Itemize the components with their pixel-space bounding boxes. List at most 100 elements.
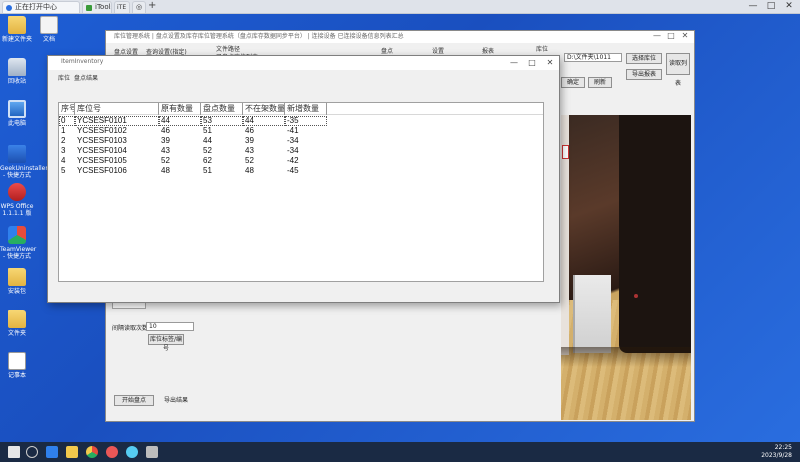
minimize-button[interactable]: — — [505, 56, 523, 70]
path-input[interactable]: D:\文件夹\1011 — [564, 53, 622, 62]
table-header: 序号 库位号 原有数量 盘点数量 不在架数量 新增数量 — [59, 103, 543, 115]
browser-tab-strip: 正在打开中心 iTools iTE ◎ + — □ ✕ — [0, 0, 800, 14]
browser-tab-ite[interactable]: iTE — [114, 1, 130, 13]
browser-tab-circle[interactable]: ◎ — [132, 1, 146, 13]
tab-label: ◎ — [136, 3, 143, 11]
table-cell-loc: YCSESF0102 — [77, 126, 127, 135]
recycle-bin-icon — [8, 58, 26, 76]
table-cell-count: 51 — [203, 166, 212, 175]
red-dot — [634, 294, 638, 298]
column-header-added[interactable]: 新增数量 — [285, 103, 327, 115]
desktop-icon-uninstaller[interactable]: GeekUninstaller - 快捷方式 — [0, 145, 48, 179]
table-cell-loc: YCSESF0106 — [77, 166, 127, 175]
table-cell-count: 62 — [203, 156, 212, 165]
desktop-icon-folder[interactable]: 文件夹 — [0, 310, 34, 337]
column-header-count[interactable]: 盘点数量 — [201, 103, 243, 115]
table-cell-added: -45 — [287, 166, 299, 175]
column-header-index[interactable]: 序号 — [59, 103, 75, 115]
desktop-icon-label: 文档 — [42, 36, 55, 43]
close-button[interactable]: ✕ — [780, 0, 798, 14]
export-report-button[interactable]: 导出报表 — [626, 69, 662, 80]
maximize-button[interactable]: □ — [762, 0, 780, 14]
clock-time: 22:25 — [774, 444, 792, 451]
range-label-button[interactable]: 库位标签/编号 — [148, 334, 184, 352]
camera-preview-image — [561, 115, 691, 420]
confirm-button[interactable]: 确定 — [561, 77, 585, 88]
table-row[interactable]: 1 YCSESF0102 46 51 46 -41 — [59, 126, 543, 136]
table-cell-added: -41 — [287, 126, 299, 135]
app-window-icon[interactable] — [146, 446, 158, 458]
inventory-table[interactable]: 序号 库位号 原有数量 盘点数量 不在架数量 新增数量 0YCSESF01014… — [58, 102, 544, 282]
file-explorer-icon[interactable] — [66, 446, 78, 458]
desktop-icon-notepad[interactable]: 记事本 — [0, 352, 34, 379]
desktop-icon-doc[interactable]: 文档 — [32, 16, 66, 43]
desktop-icon-label: 记事本 — [7, 372, 26, 379]
tab-favicon-icon — [86, 5, 92, 11]
start-inventory-button[interactable]: 开始盘点 — [114, 395, 154, 406]
refresh-button[interactable]: 刷新 — [588, 77, 612, 88]
desktop-icon-teamviewer[interactable]: TeamViewer - 快捷方式 — [0, 226, 36, 260]
box-object — [573, 275, 611, 353]
table-row[interactable]: 3 YCSESF0104 43 52 43 -34 — [59, 146, 543, 156]
desktop-icon-label: 文件夹 — [7, 330, 26, 337]
menu-item[interactable]: 盘点 — [381, 46, 393, 55]
table-row[interactable]: 4 YCSESF0105 52 62 52 -42 — [59, 156, 543, 166]
table-row[interactable]: 2 YCSESF0103 39 44 39 -34 — [59, 136, 543, 146]
minimize-button[interactable]: — — [744, 0, 762, 14]
new-tab-button[interactable]: + — [148, 0, 156, 11]
document-icon — [40, 16, 58, 34]
desktop-icon-label: 此电脑 — [7, 120, 26, 127]
close-button[interactable]: ✕ — [678, 31, 692, 40]
search-icon[interactable] — [26, 446, 38, 458]
desktop-icon-recycle-bin[interactable]: 回收站 — [0, 58, 34, 85]
table-cell-loc: YCSESF0101 — [75, 116, 159, 126]
desktop-icon-install-folder[interactable]: 安装包 — [0, 268, 34, 295]
system-tray-clock[interactable]: 22:25 2023/9/28 — [761, 444, 792, 460]
app-blue-icon[interactable] — [126, 446, 138, 458]
browser-tab-active[interactable]: 正在打开中心 — [2, 1, 80, 13]
window-controls: — □ ✕ — [650, 31, 692, 40]
table-cell-loc: YCSESF0103 — [77, 136, 127, 145]
close-button[interactable]: ✕ — [541, 56, 559, 70]
app-shortcut-icon — [8, 145, 26, 163]
table-cell-count: 44 — [203, 136, 212, 145]
start-icon[interactable] — [8, 446, 20, 458]
maximize-button[interactable]: □ — [664, 31, 678, 40]
table-cell-idx: 1 — [61, 126, 66, 135]
desktop-icon-new-folder[interactable]: 新建文件夹 — [0, 16, 34, 43]
table-cell-absent: 43 — [245, 146, 254, 155]
menu-item[interactable]: 报表 — [482, 46, 494, 55]
menu-item[interactable]: 库位 — [536, 44, 548, 53]
desktop-icon-this-pc[interactable]: 此电脑 — [0, 100, 34, 127]
table-row[interactable]: 5 YCSESF0106 48 51 48 -45 — [59, 166, 543, 176]
desktop-icon-wps[interactable]: WPS Office 1.1.1.1 版 — [0, 183, 34, 217]
table-row[interactable]: 0 YCSESF0101 44 53 44 -35 — [59, 116, 543, 126]
interval-input[interactable]: 10 — [146, 322, 194, 331]
column-header-original[interactable]: 原有数量 — [159, 103, 201, 115]
tab-label: 正在打开中心 — [15, 3, 57, 11]
edge-icon[interactable] — [46, 446, 58, 458]
read-list-button[interactable]: 读取列表 — [666, 53, 690, 87]
export-result-button[interactable]: 导出结果 — [160, 395, 192, 406]
app-red-icon[interactable] — [106, 446, 118, 458]
table-cell-count: 52 — [203, 146, 212, 155]
select-location-button[interactable]: 选择库位 — [626, 53, 662, 64]
dialog-menu-bar: 库位 盘点结果 — [48, 71, 559, 83]
menu-item[interactable]: 设置 — [432, 46, 444, 55]
chrome-icon[interactable] — [86, 446, 98, 458]
browser-tab-itools[interactable]: iTools — [82, 1, 112, 13]
table-cell-absent: 46 — [245, 126, 254, 135]
dialog-title-bar: ItemInventory — □ ✕ — [48, 56, 559, 70]
menu-item[interactable]: 盘点结果 — [74, 73, 98, 82]
table-cell-orig: 39 — [161, 136, 170, 145]
menu-item[interactable]: 库位 — [58, 73, 70, 82]
dark-object — [619, 115, 691, 353]
floor-shadow — [561, 347, 691, 367]
table-cell-orig: 43 — [161, 146, 170, 155]
clock-date: 2023/9/28 — [761, 452, 792, 459]
table-cell-added: -42 — [287, 156, 299, 165]
minimize-button[interactable]: — — [650, 31, 664, 40]
maximize-button[interactable]: □ — [523, 56, 541, 70]
column-header-absent[interactable]: 不在架数量 — [243, 103, 285, 115]
column-header-location[interactable]: 库位号 — [75, 103, 159, 115]
